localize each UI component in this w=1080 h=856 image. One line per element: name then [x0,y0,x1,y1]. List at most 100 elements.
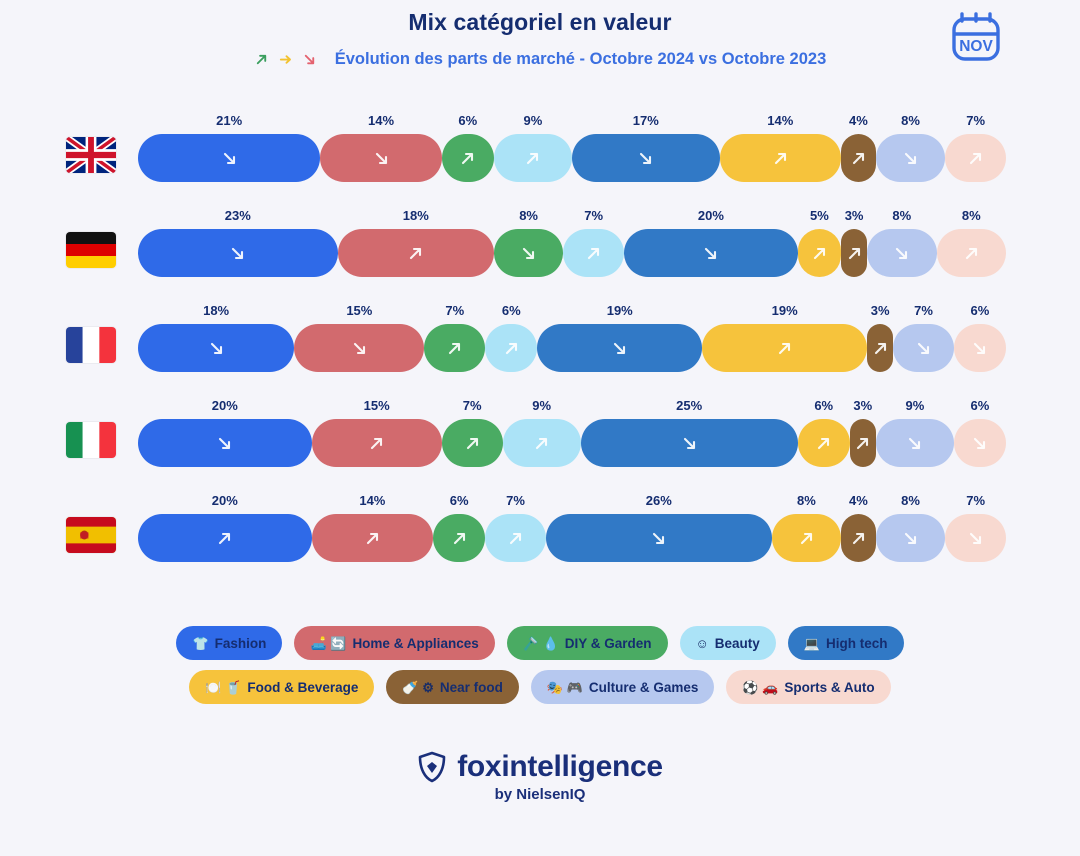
bar-segment[interactable] [493,134,572,182]
trend-down-icon [917,342,930,354]
bar-segment[interactable] [502,419,581,467]
bar-segment[interactable] [797,419,850,467]
bar-segment-label: 8% [901,493,920,508]
bar-segment-label: 8% [892,208,912,223]
bar-segment[interactable] [893,324,954,372]
trend-down-icon [974,342,986,354]
bar-segment[interactable] [441,134,494,182]
legend-chip[interactable]: 🪒 💧 DIY & Garden [506,626,668,660]
bar-segment-label: 6% [970,303,990,318]
legend-chip-label: Culture & Games [588,679,699,695]
trend-down-icon [896,247,908,259]
legend-chip[interactable]: 🍽️ 🥤 Food & Beverage [189,670,375,704]
bar-segment[interactable] [841,229,868,277]
trend-down-icon [653,532,665,544]
bar-segment[interactable] [138,229,338,277]
bar-segment[interactable] [485,514,546,562]
flag-icon-fr [66,327,116,363]
bar-segment[interactable] [945,134,1006,182]
legend-chip-icon: ☺ [695,635,709,651]
trend-up-icon [410,247,422,259]
legend-chip[interactable]: 🛋️ 🔄 Home & Appliances [294,626,495,660]
bar-value-labels: 23% 18% 8% 7% 20% 5% 3% 8% 8% [138,208,1006,228]
flag-icon-de [66,232,116,268]
bar-segment[interactable] [702,324,868,372]
bar-segment[interactable] [875,514,946,562]
bar-segment-label: 9% [905,398,925,413]
legend-chip[interactable]: ⚽ 🚗 Sports & Auto [726,670,891,704]
bar-segment-label: 14% [359,493,386,508]
bar-segment[interactable] [563,229,625,277]
bar-segment[interactable] [337,229,494,277]
bar-segment[interactable] [537,324,703,372]
bar-segment-label: 7% [584,208,604,223]
bar-segment[interactable] [433,514,486,562]
bar-segment[interactable] [138,419,312,467]
trend-down-icon [974,437,986,449]
bar-segment[interactable] [138,514,312,562]
legend-chip[interactable]: 🍼 ⚙ Near food [386,670,519,704]
legend-chip[interactable]: 🎭 🎮 Culture & Games [530,670,715,704]
bar-segment[interactable] [441,419,503,467]
bar-segment[interactable] [936,229,1006,277]
trend-down-icon [970,532,982,544]
bar-segment[interactable] [138,134,321,182]
bar-segment[interactable] [311,419,442,467]
bar-segment[interactable] [572,134,720,182]
legend-chip-label: DIY & Garden [564,635,652,651]
bar-segment[interactable] [797,229,842,277]
legend-chip-label: Food & Beverage [247,679,359,695]
bar-segment[interactable] [294,324,425,372]
bar-segment[interactable] [485,324,538,372]
trend-up-icon [848,247,860,259]
bar-segment[interactable] [953,324,1006,372]
bar-segment-label: 3% [844,208,864,223]
bar-segment-label: 19% [606,303,633,318]
arrow-down-right-icon [304,54,314,64]
trend-up-icon [818,437,830,449]
bar-segment[interactable] [953,419,1006,467]
trend-down-icon [614,342,626,354]
bar-segment[interactable] [945,514,1006,562]
legend-chip-label: Near food [439,679,503,695]
legend-chip[interactable]: 💻 High tech [787,626,904,660]
bar-segments [138,419,1006,467]
bar-segment[interactable] [580,419,798,467]
bar-segment[interactable] [841,134,876,182]
bar-segment[interactable] [320,134,442,182]
bar-value-labels: 20% 14% 6% 7% 26% 8% 4% 8% 7% [138,493,1006,513]
bar-segments [138,229,1006,277]
bar-segment-label: 6% [814,398,834,413]
bar-area: 20% 15% 7% 9% 25% 6% 3% 9% 6% [138,394,1006,489]
bar-segment-label: 6% [501,303,521,318]
bar-segment[interactable] [624,229,798,277]
bar-segment[interactable] [841,514,876,562]
bar-value-labels: 18% 15% 7% 6% 19% 19% 3% 7% 6% [138,303,1006,323]
bar-segment-label: 7% [966,493,986,508]
legend-chip-label: Fashion [214,635,267,651]
chart-row: 18% 15% 7% 6% 19% 19% 3% 7% 6% [0,299,1080,394]
trend-up-icon [527,152,539,164]
bar-segment[interactable] [493,229,564,277]
legend-chip-icon: 👕 [192,635,209,651]
bar-segment[interactable] [867,324,894,372]
bar-segment[interactable] [875,419,954,467]
trend-up-icon [449,342,461,354]
bar-segment-label: 8% [519,208,538,223]
legend-chip[interactable]: ☺ Beauty [679,626,776,660]
bar-segment[interactable] [545,514,772,562]
bar-segment[interactable] [867,229,937,277]
bar-segment[interactable] [138,324,295,372]
legend-chip[interactable]: 👕 Fashion [176,626,283,660]
bar-segment[interactable] [849,419,876,467]
trend-up-icon [510,532,522,544]
bar-segment[interactable] [771,514,842,562]
trend-down-icon [904,532,917,544]
bar-segment[interactable] [875,134,946,182]
bar-segment-label: 14% [767,113,794,128]
bar-segment-label: 7% [506,493,525,508]
trend-down-icon [353,342,365,354]
bar-segment[interactable] [311,514,434,562]
bar-segment[interactable] [424,324,486,372]
bar-segment[interactable] [719,134,842,182]
